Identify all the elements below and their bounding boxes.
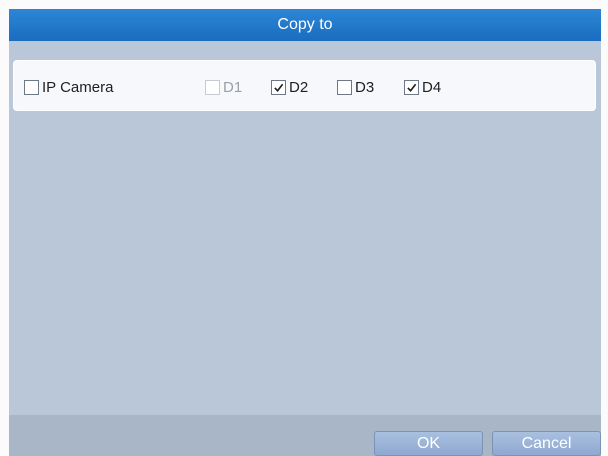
checkmark-icon bbox=[407, 83, 417, 92]
checkbox-box[interactable] bbox=[271, 79, 286, 95]
copy-to-dialog: Copy to IP Camera D1 D2 D3 D4 OK Cancel bbox=[9, 9, 601, 456]
channel-d4-label: D4 bbox=[422, 78, 442, 96]
channel-d2-label: D2 bbox=[289, 78, 309, 96]
channel-d2-checkbox[interactable]: D2 bbox=[271, 77, 308, 97]
ip-camera-checkbox[interactable]: IP Camera bbox=[24, 77, 113, 97]
checkbox-box[interactable] bbox=[337, 79, 352, 95]
checkmark-icon bbox=[274, 83, 284, 92]
checkbox-box bbox=[205, 79, 220, 95]
dialog-footer: OK Cancel bbox=[9, 415, 601, 456]
channel-d1-label: D1 bbox=[223, 78, 243, 96]
channel-d1-checkbox: D1 bbox=[205, 77, 242, 97]
channel-d3-label: D3 bbox=[355, 78, 375, 96]
channel-selection-panel: IP Camera D1 D2 D3 D4 bbox=[13, 60, 596, 111]
ip-camera-label: IP Camera bbox=[42, 78, 114, 96]
channel-d3-checkbox[interactable]: D3 bbox=[337, 77, 374, 97]
checkbox-box[interactable] bbox=[24, 79, 39, 95]
checkbox-box[interactable] bbox=[404, 79, 419, 95]
cancel-button[interactable]: Cancel bbox=[492, 431, 601, 456]
ok-button[interactable]: OK bbox=[374, 431, 483, 456]
dialog-title: Copy to bbox=[9, 9, 601, 41]
channel-d4-checkbox[interactable]: D4 bbox=[404, 77, 441, 97]
